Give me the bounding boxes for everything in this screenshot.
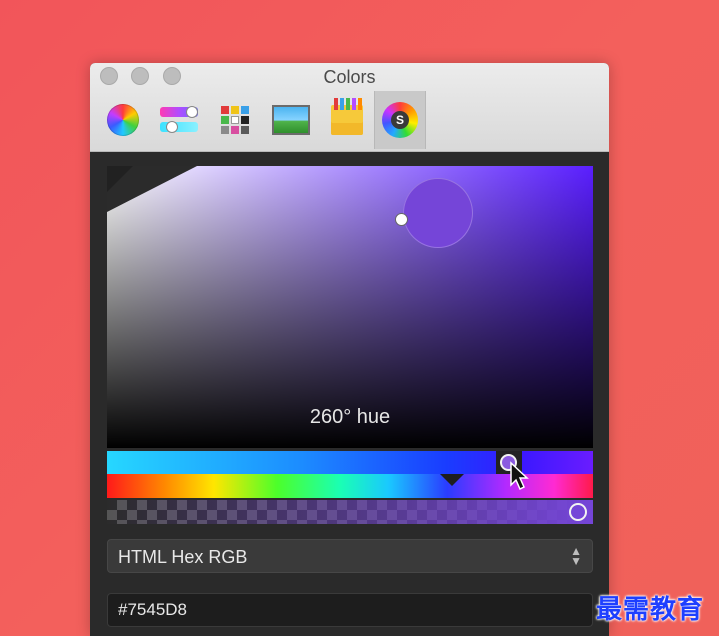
hue-marker[interactable] [440,474,464,486]
tab-color-sliders[interactable] [153,91,205,149]
crayons-icon [331,98,363,135]
saturation-brightness-field[interactable]: 260° hue [107,166,593,448]
spectrum-plugin-icon: S [382,102,418,138]
color-preview-loupe [403,178,473,248]
color-format-select[interactable]: HTML Hex RGB ▲ ▼ [107,539,593,573]
hex-value-input[interactable] [107,593,593,627]
color-palettes-icon [221,106,249,134]
color-picker-handle[interactable] [395,213,408,226]
hue-label: 260° hue [309,406,391,428]
window-title: Colors [323,67,376,87]
tab-color-wheel[interactable] [97,91,149,149]
color-sliders-icon [160,106,198,134]
tab-color-palettes[interactable] [209,91,261,149]
color-format-label: HTML Hex RGB [118,547,248,567]
picker-corner-shade [107,166,133,192]
color-wheel-icon [107,104,139,136]
mouse-pointer-icon [510,461,529,491]
tab-crayons[interactable] [321,91,373,149]
tab-image-palettes[interactable] [265,91,317,149]
window-titlebar: Colors S [90,63,609,152]
tab-spectrum[interactable]: S [374,91,426,149]
colors-window: Colors S 260° hue HTML Hex RGB ▲ ▼ #7545… [90,63,609,636]
opacity-slider[interactable] [107,500,593,524]
opacity-knob[interactable] [569,503,587,521]
up-down-chevron-icon: ▲ ▼ [570,544,582,568]
image-palettes-icon [272,105,310,135]
watermark-text: 最需教育 [596,595,705,625]
